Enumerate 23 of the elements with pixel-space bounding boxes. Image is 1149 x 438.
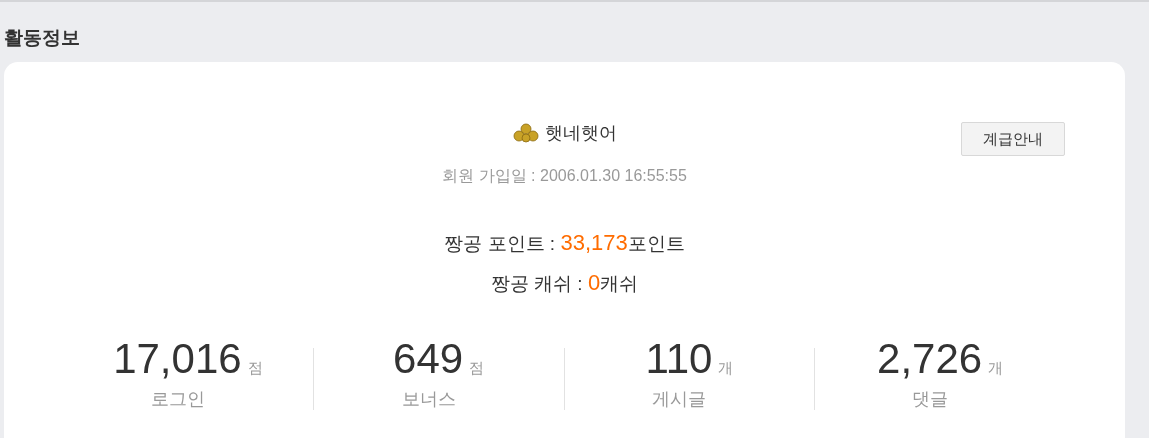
balance-value: 0 [587,269,601,297]
stat-value: 17,016 [113,338,242,380]
join-date: 회원 가입일 : 2006.01.30 16:55:55 [442,166,687,186]
balance-unit: 포인트 [627,232,685,256]
balance-label: 짱공 캐쉬 : [490,272,584,296]
balance-unit: 캐쉬 [600,272,639,296]
stat-label: 보너스 [401,388,456,411]
stat-value: 110 [645,338,713,380]
grade-guide-button[interactable]: 계급안내 [961,122,1065,156]
stat-unit: 개 [718,358,734,378]
stat-value: 649 [393,338,464,380]
stat-label: 게시글 [652,388,707,411]
stat-label: 댓글 [912,388,949,411]
balance-label: 짱공 포인트 : [444,232,557,256]
stat-value: 2,726 [877,338,983,380]
balance-value: 33,173 [560,229,628,257]
member-name: 햇네햇어 [544,121,617,145]
medal-icon [512,122,539,144]
stat-unit: 개 [988,358,1004,378]
section-title: 활동정보 [3,26,81,50]
stat-label: 로그인 [150,388,205,411]
stat-unit: 점 [247,358,263,378]
stat-unit: 점 [469,358,485,378]
